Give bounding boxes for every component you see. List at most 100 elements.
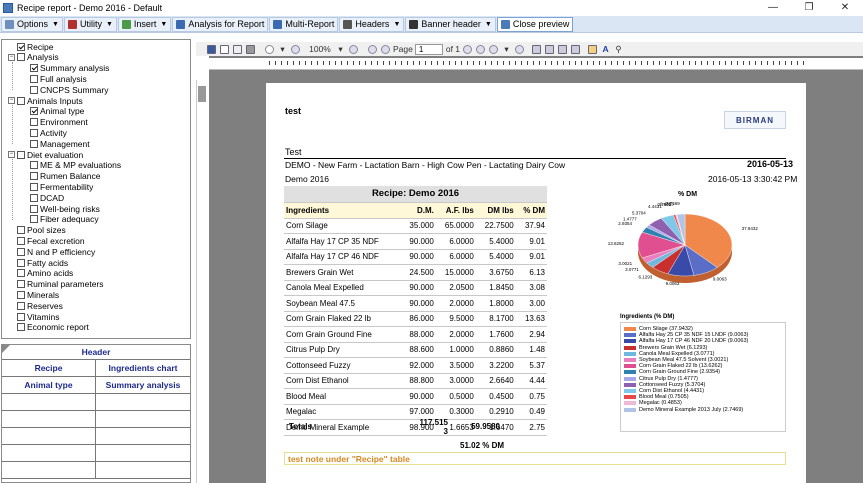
checkbox[interactable] — [30, 118, 38, 127]
header-cell-empty[interactable] — [2, 445, 96, 461]
header-cell-recipe[interactable]: Recipe — [2, 360, 96, 376]
tree-item-well-being-risks[interactable]: Well-being risks — [30, 203, 100, 214]
forward-icon[interactable] — [514, 43, 525, 55]
checkbox[interactable] — [30, 172, 38, 181]
toolbar-button-banner-header[interactable]: Banner header ▼ — [405, 16, 496, 32]
tree-item-n-and-p-efficiency[interactable]: N and P efficiency — [8, 246, 95, 257]
tree-item-rumen-balance[interactable]: Rumen Balance — [30, 171, 100, 182]
tree-item-animals-inputs[interactable]: − Animals Inputs — [8, 95, 83, 106]
tree-item-me-mp-evaluations[interactable]: ME & MP evaluations — [30, 160, 121, 171]
checkbox[interactable] — [17, 96, 25, 105]
tree-item-vitamins[interactable]: Vitamins — [8, 311, 59, 322]
find-icon[interactable]: ⚲ — [613, 43, 624, 55]
header-cell-ingredients-chart[interactable]: Ingredients chart — [96, 360, 190, 376]
new-page-icon[interactable] — [219, 43, 230, 55]
minimize-icon[interactable]: — — [755, 0, 791, 15]
tree-item-analysis[interactable]: − Analysis — [8, 52, 59, 63]
last-page-icon[interactable] — [475, 43, 486, 55]
tree-item-dcad[interactable]: DCAD — [30, 192, 64, 203]
tree-item-management[interactable]: Management — [30, 138, 90, 149]
checkbox[interactable] — [30, 139, 38, 148]
first-page-icon[interactable] — [367, 43, 378, 55]
checkbox[interactable] — [30, 64, 38, 73]
header-cell-empty[interactable] — [2, 394, 96, 410]
save-icon[interactable] — [206, 43, 217, 55]
checkbox[interactable] — [17, 236, 25, 245]
toolbar-button-utility[interactable]: Utility ▼ — [63, 16, 117, 32]
checkbox[interactable] — [30, 193, 38, 202]
zoom-icon[interactable] — [264, 43, 275, 55]
tree-item-fiber-adequacy[interactable]: Fiber adequacy — [30, 214, 99, 225]
zoom-out-icon[interactable] — [290, 43, 301, 55]
collapse-icon[interactable]: − — [8, 97, 15, 104]
facing-pages-icon[interactable] — [557, 43, 568, 55]
back-dropdown-icon[interactable]: ▾ — [501, 43, 512, 55]
tree-item-economic-report[interactable]: Economic report — [8, 322, 89, 333]
header-cell-animal-type[interactable]: Animal type — [2, 377, 96, 393]
toolbar-button-analysis-for-report[interactable]: Analysis for Report — [172, 16, 269, 32]
zoom-level-dropdown-icon[interactable]: ▾ — [335, 43, 346, 55]
tree-item-fecal-excretion[interactable]: Fecal excretion — [8, 235, 85, 246]
collapse-icon[interactable]: − — [8, 151, 15, 158]
tree-item-cncps-summary[interactable]: CNCPS Summary — [30, 84, 108, 95]
toolbar-button-multi-report[interactable]: Multi-Report — [269, 16, 339, 32]
checkbox[interactable] — [17, 53, 25, 62]
page-number-input[interactable]: 1 — [414, 43, 443, 55]
checkbox[interactable] — [30, 85, 38, 94]
next-page-icon[interactable] — [462, 43, 473, 55]
toolbar-button-insert[interactable]: Insert ▼ — [117, 16, 172, 32]
checkbox[interactable] — [30, 128, 38, 137]
hand-tool-icon[interactable] — [587, 43, 598, 55]
dropdown-arrow-icon[interactable]: ▼ — [160, 21, 167, 28]
checkbox[interactable] — [30, 107, 38, 116]
single-page-icon[interactable] — [531, 43, 542, 55]
checkbox[interactable] — [30, 215, 38, 224]
toolbar-button-options[interactable]: Options ▼ — [1, 16, 63, 32]
tree-item-recipe[interactable]: Recipe — [8, 41, 53, 52]
zoom-in-icon[interactable] — [348, 43, 359, 55]
copy-icon[interactable] — [232, 43, 243, 55]
dropdown-arrow-icon[interactable]: ▼ — [485, 21, 492, 28]
checkbox[interactable] — [17, 269, 25, 278]
header-cell-empty[interactable] — [2, 411, 96, 427]
tree-item-full-analysis[interactable]: Full analysis — [30, 73, 87, 84]
previous-page-icon[interactable] — [380, 43, 391, 55]
multiple-pages-icon[interactable] — [570, 43, 581, 55]
checkbox[interactable] — [17, 42, 25, 51]
vertical-ruler-thumb[interactable] — [198, 86, 206, 102]
tree-item-summary-analysis[interactable]: Summary analysis — [30, 63, 109, 74]
collapse-icon[interactable]: − — [8, 53, 15, 61]
checkbox[interactable] — [30, 74, 38, 83]
continuous-page-icon[interactable] — [544, 43, 555, 55]
zoom-dropdown-icon[interactable]: ▾ — [277, 43, 288, 55]
tree-item-amino-acids[interactable]: Amino acids — [8, 268, 73, 279]
header-cell-summary-analysis[interactable]: Summary analysis — [96, 377, 190, 393]
tree-item-pool-sizes[interactable]: Pool sizes — [8, 225, 66, 236]
checkbox[interactable] — [30, 161, 38, 170]
checkbox[interactable] — [17, 247, 25, 256]
checkbox[interactable] — [17, 323, 25, 332]
select-text-icon[interactable]: A — [600, 43, 611, 55]
back-icon[interactable] — [488, 43, 499, 55]
toolbar-button-headers[interactable]: Headers ▼ — [339, 16, 405, 32]
tree-item-fermentability[interactable]: Fermentability — [30, 181, 93, 192]
tree-item-animal-type[interactable]: Animal type — [30, 106, 84, 117]
tree-item-minerals[interactable]: Minerals — [8, 289, 59, 300]
checkbox[interactable] — [17, 290, 25, 299]
tree-item-ruminal-parameters[interactable]: Ruminal parameters — [8, 279, 104, 290]
dropdown-arrow-icon[interactable]: ▼ — [52, 21, 59, 28]
checkbox[interactable] — [17, 150, 25, 159]
checkbox[interactable] — [30, 204, 38, 213]
checkbox[interactable] — [17, 258, 25, 267]
header-cell-empty[interactable] — [2, 428, 96, 444]
print-icon[interactable] — [245, 43, 256, 55]
checkbox[interactable] — [30, 182, 38, 191]
close-icon[interactable]: ✕ — [827, 0, 863, 15]
maximize-icon[interactable]: ❐ — [791, 0, 827, 15]
checkbox[interactable] — [17, 301, 25, 310]
tree-item-reserves[interactable]: Reserves — [8, 300, 63, 311]
tree-item-activity[interactable]: Activity — [30, 127, 67, 138]
zoom-level[interactable]: 100% — [307, 43, 333, 55]
dropdown-arrow-icon[interactable]: ▼ — [106, 21, 113, 28]
header-cell-empty[interactable] — [2, 462, 96, 478]
